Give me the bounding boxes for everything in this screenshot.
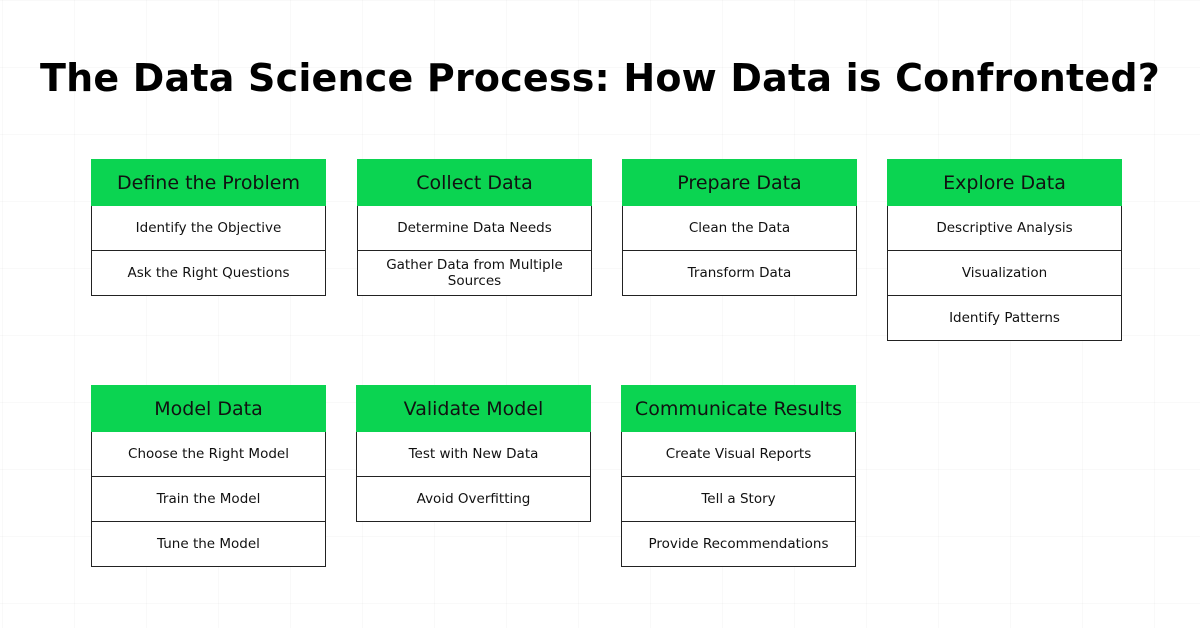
step-card-prepare-data: Prepare Data Clean the Data Transform Da…: [622, 159, 857, 296]
step-heading: Communicate Results: [621, 385, 856, 432]
step-heading: Define the Problem: [91, 159, 326, 206]
step-heading: Validate Model: [356, 385, 591, 432]
step-heading: Prepare Data: [622, 159, 857, 206]
step-item: Provide Recommendations: [621, 522, 856, 567]
step-heading: Collect Data: [357, 159, 592, 206]
step-heading: Model Data: [91, 385, 326, 432]
step-card-define-problem: Define the Problem Identify the Objectiv…: [91, 159, 326, 296]
step-item: Test with New Data: [356, 432, 591, 477]
step-item: Visualization: [887, 251, 1122, 296]
step-item: Tell a Story: [621, 477, 856, 522]
step-item: Create Visual Reports: [621, 432, 856, 477]
step-item: Transform Data: [622, 251, 857, 296]
step-heading: Explore Data: [887, 159, 1122, 206]
step-card-explore-data: Explore Data Descriptive Analysis Visual…: [887, 159, 1122, 341]
step-item: Tune the Model: [91, 522, 326, 567]
step-card-collect-data: Collect Data Determine Data Needs Gather…: [357, 159, 592, 296]
step-item: Clean the Data: [622, 206, 857, 251]
step-item: Determine Data Needs: [357, 206, 592, 251]
step-item: Avoid Overfitting: [356, 477, 591, 522]
step-item: Identify the Objective: [91, 206, 326, 251]
step-item: Choose the Right Model: [91, 432, 326, 477]
step-item: Ask the Right Questions: [91, 251, 326, 296]
step-item: Train the Model: [91, 477, 326, 522]
step-item: Descriptive Analysis: [887, 206, 1122, 251]
step-card-validate-model: Validate Model Test with New Data Avoid …: [356, 385, 591, 522]
step-item: Gather Data from Multiple Sources: [357, 251, 592, 296]
page-title: The Data Science Process: How Data is Co…: [40, 56, 1160, 100]
step-card-communicate-results: Communicate Results Create Visual Report…: [621, 385, 856, 567]
step-item: Identify Patterns: [887, 296, 1122, 341]
step-card-model-data: Model Data Choose the Right Model Train …: [91, 385, 326, 567]
